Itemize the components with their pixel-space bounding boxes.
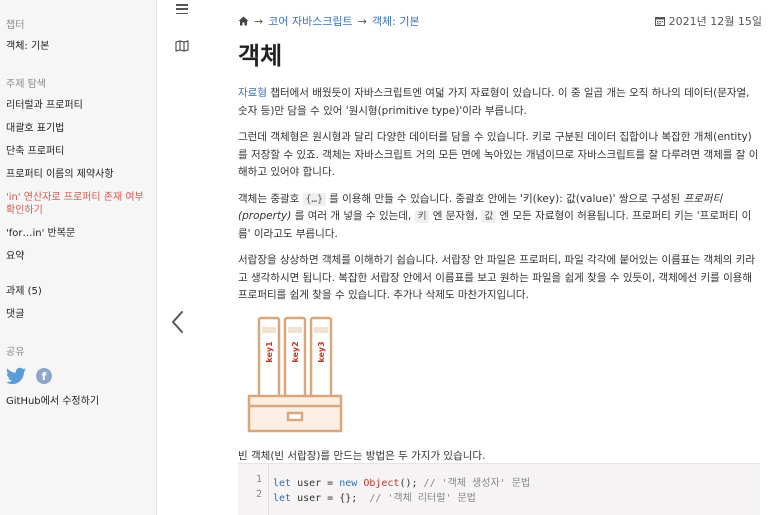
sidebar-topic-item[interactable]: 프로퍼티 이름의 제약사항 [6,168,156,181]
twitter-icon[interactable] [6,367,26,385]
sidebar-topic-item[interactable]: 'for…in' 반복문 [6,227,156,240]
topics-heading: 주제 탐색 [6,79,46,90]
article: 객체 자료형 챕터에서 배웠듯이 자바스크립트엔 여덟 가지 자료형이 있습니다… [238,36,760,474]
breadcrumb-object-basics[interactable]: 객체: 기본 [372,13,420,29]
map-icon[interactable] [175,40,189,52]
code-block: 1 2 let user = new Object(); // '객체 생성자'… [238,463,760,515]
inline-code-braces: {…} [302,192,326,206]
breadcrumb-separator: → [254,14,264,28]
datatypes-link[interactable]: 자료형 [238,87,267,99]
sidebar-comments-link[interactable]: 댓글 [6,308,156,321]
code-line-1: let user = new Object(); // '객체 생성자' 문법 [273,478,531,489]
share-buttons: f [6,367,156,385]
paragraph-drawer-analogy: 서랍장을 상상하면 객체를 이해하기 쉽습니다. 서랍장 안 파일은 프로퍼티,… [238,254,756,301]
topics-list: 리터럴과 프로퍼티대괄호 표기법단축 프로퍼티프로퍼티 이름의 제약사항 'in'… [6,99,156,263]
facebook-icon[interactable]: f [36,368,52,384]
file-label-key3: key3 [317,341,326,362]
publish-date: 2021년 12월 15일 [654,13,762,29]
sidebar-topic-item[interactable]: 리터럴과 프로퍼티 [6,99,156,112]
inline-code-key: 키 [414,210,430,223]
paragraph-intro: 자료형 챕터에서 배웠듯이 자바스크립트엔 여덟 가지 자료형이 있습니다. 이… [238,87,750,117]
sidebar: 챕터 객체: 기본 주제 탐색 리터럴과 프로퍼티대괄호 표기법단축 프로퍼티프… [0,0,157,515]
calendar-icon [654,17,665,26]
sidebar-topic-item[interactable]: 대괄호 표기법 [6,122,156,135]
breadcrumb-separator: → [357,14,367,28]
paragraph-object-type: 그런데 객체형은 원시형과 달리 다양한 데이터를 담을 수 있습니다. 키로 … [238,131,759,178]
menu-icon[interactable] [176,4,188,14]
sidebar-chapter-link[interactable]: 객체: 기본 [6,40,156,53]
sidebar-tasks-link[interactable]: 과제 (5) [6,285,156,298]
tool-strip [158,0,208,515]
file-label-key2: key2 [291,341,300,362]
sidebar-topic-item[interactable]: 'in' 연산자로 프로퍼티 존재 여부 확인하기 [6,191,156,217]
edit-on-github-link[interactable]: GitHub에서 수정하기 [6,395,156,408]
page-title: 객체 [238,42,283,70]
paragraph-object-literal: 객체는 중괄호 {…} 를 이용해 만들 수 있습니다. 중괄호 안에는 '키(… [238,192,752,240]
sidebar-topic-item[interactable]: 요약 [6,250,156,263]
file-label-key1: key1 [265,340,274,362]
line-number: 2 [255,489,262,500]
share-heading: 공유 [6,347,25,358]
home-icon[interactable] [238,16,249,26]
code-line-2: let user = {}; // '객체 리터럴' 문법 [273,493,476,504]
previous-page-chevron-icon[interactable] [170,310,186,334]
sidebar-topic-item[interactable]: 단축 프로퍼티 [6,145,156,158]
breadcrumb-core-js[interactable]: 코어 자바스크립트 [268,13,352,29]
chapter-heading: 챕터 [6,20,25,31]
line-number: 1 [255,474,262,485]
top-bar: → 코어 자바스크립트 → 객체: 기본 2021년 12월 15일 [238,13,762,31]
date-text: 2021년 12월 15일 [668,15,762,28]
drawer-illustration: key1 key2 key3 [247,316,343,432]
inline-code-value: 값 [481,210,497,223]
